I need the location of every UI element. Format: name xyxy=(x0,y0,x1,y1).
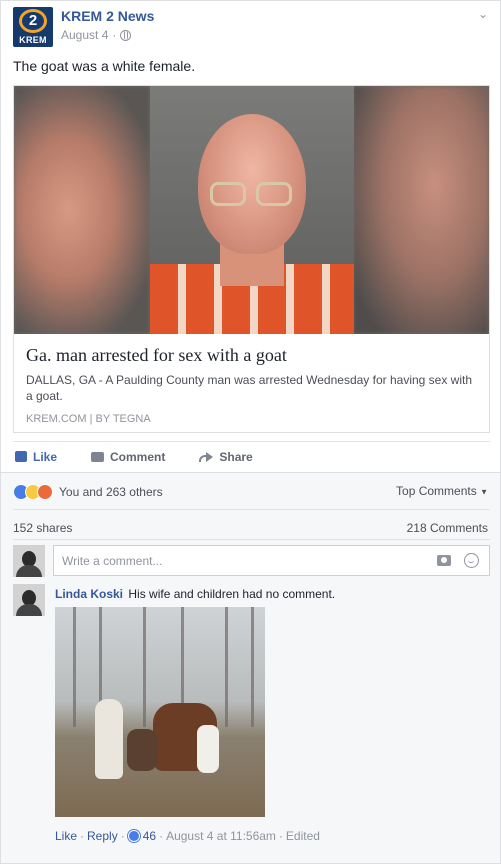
glasses-left xyxy=(210,182,246,206)
tree xyxy=(251,607,254,727)
comment-label: Comment xyxy=(110,449,166,464)
goat xyxy=(197,725,219,773)
meta-dot: · xyxy=(120,829,125,843)
page-name-link[interactable]: KREM 2 News xyxy=(61,8,154,24)
link-text-block[interactable]: Ga. man arrested for sex with a goat DAL… xyxy=(14,334,489,432)
share-button[interactable]: Share xyxy=(199,449,253,464)
link-preview[interactable]: Ga. man arrested for sex with a goat DAL… xyxy=(13,85,490,433)
source-separator: | xyxy=(89,413,93,425)
share-arrow-icon xyxy=(199,451,214,463)
current-user-avatar[interactable] xyxy=(13,545,45,577)
comment-button[interactable]: Comment xyxy=(91,450,165,464)
logo-number: 2 xyxy=(19,9,47,33)
chevron-down-icon[interactable]: ⌄ xyxy=(478,7,488,21)
divider xyxy=(13,509,490,510)
share-label: Share xyxy=(219,449,253,464)
post-text: The goat was a white female. xyxy=(13,58,196,74)
meta-separator: · xyxy=(112,28,117,42)
sheep xyxy=(127,729,157,771)
comments-section: You and 263 others Top Comments ▼ 152 sh… xyxy=(0,472,501,864)
caret-down-icon: ▼ xyxy=(480,487,488,497)
comment-timestamp[interactable]: August 4 at 11:56am xyxy=(166,829,276,843)
comment-body: Linda Koski His wife and children had no… xyxy=(55,587,335,601)
page-avatar[interactable]: 2 KREM xyxy=(13,7,53,47)
link-image[interactable] xyxy=(14,86,489,334)
link-byline: BY TEGNA xyxy=(95,413,151,425)
camera-icon[interactable] xyxy=(437,555,451,566)
comment-composer[interactable] xyxy=(53,545,490,576)
top-comments-dropdown[interactable]: Top Comments ▼ xyxy=(396,484,488,498)
comment-reply-link[interactable]: Reply xyxy=(87,829,118,843)
comments-count[interactable]: 218 Comments xyxy=(407,521,488,535)
tree xyxy=(143,607,146,727)
tree xyxy=(225,607,228,727)
angry-reaction-icon xyxy=(37,484,53,500)
post-meta: August 4 · xyxy=(61,28,132,42)
link-domain: KREM.COM xyxy=(26,413,87,425)
shares-count[interactable]: 152 shares xyxy=(13,521,72,535)
top-comments-label: Top Comments xyxy=(396,484,477,498)
like-thumb-icon xyxy=(15,451,27,462)
meta-dot: · xyxy=(80,829,85,843)
post-card: 2 KREM KREM 2 News August 4 · ⌄ The goat… xyxy=(0,0,501,472)
comment-photo-animals[interactable] xyxy=(55,607,265,817)
llama xyxy=(95,699,123,779)
tree xyxy=(73,607,76,727)
comment-like-link[interactable]: Like xyxy=(55,829,77,843)
post-date[interactable]: August 4 xyxy=(61,28,108,42)
globe-icon xyxy=(120,29,132,41)
meta-dot: · xyxy=(159,829,164,843)
commenter-avatar[interactable] xyxy=(13,584,45,616)
link-title[interactable]: Ga. man arrested for sex with a goat xyxy=(26,345,477,366)
divider xyxy=(13,539,490,540)
emoji-icon[interactable] xyxy=(464,553,479,568)
link-description: DALLAS, GA - A Paulding County man was a… xyxy=(26,373,473,403)
meta-dot: · xyxy=(278,829,283,843)
like-button[interactable]: Like xyxy=(15,450,57,464)
comment-input[interactable] xyxy=(62,553,422,568)
comment-text: His wife and children had no comment. xyxy=(128,587,336,601)
reactions-text[interactable]: You and 263 others xyxy=(59,485,163,499)
blurred-face-left xyxy=(14,86,150,334)
link-source: KREM.COM | BY TEGNA xyxy=(26,413,477,425)
comment-like-count[interactable]: 46 xyxy=(143,829,156,843)
like-reaction-icon xyxy=(127,830,140,842)
mugshot-photo xyxy=(150,86,354,334)
glasses-right xyxy=(256,182,292,206)
post-actions: Like Comment Share xyxy=(13,441,490,471)
comment-bubble-icon xyxy=(91,451,105,462)
like-label: Like xyxy=(33,449,58,464)
comment-edited[interactable]: Edited xyxy=(286,829,320,843)
logo-text: KREM xyxy=(19,35,47,45)
comment-author[interactable]: Linda Koski xyxy=(55,587,123,601)
blurred-face-right xyxy=(353,86,489,334)
comment-meta: Like · Reply · 46 · August 4 at 11:56am … xyxy=(55,829,320,843)
